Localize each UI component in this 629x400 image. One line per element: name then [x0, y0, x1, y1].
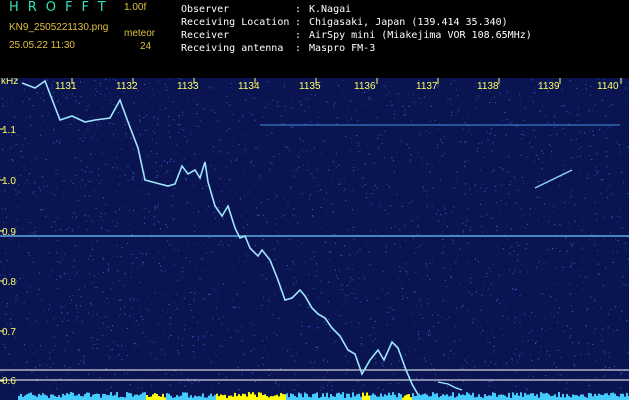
- y-tick-label: 0.7: [2, 327, 16, 338]
- spectrogram-panel[interactable]: 1131 1132 1133 1134 1135 1136 1137 1138 …: [0, 78, 629, 400]
- info-row-antenna: Receiving antenna: Maspro FM-3: [181, 43, 376, 54]
- mode-label: meteor: [124, 28, 156, 39]
- y-tick-label: 1.1: [2, 125, 16, 136]
- info-value: Maspro FM-3: [309, 43, 376, 54]
- info-row-location: Receiving Location: Chigasaki, Japan (13…: [181, 17, 508, 28]
- header-panel: HROFFT 1.00f KN9_2505221130.png 25.05.22…: [0, 0, 629, 74]
- app-title: HROFFT: [9, 0, 115, 15]
- info-key: Receiving antenna: [181, 43, 284, 54]
- x-tick-label: 1133: [177, 81, 199, 92]
- x-tick-label: 1138: [477, 81, 499, 92]
- info-key: Observer: [181, 4, 230, 15]
- info-key: Receiving Location: [181, 17, 290, 28]
- spectrogram-background: [0, 78, 629, 400]
- x-tick-label: 1140: [597, 81, 619, 92]
- info-value: Chigasaki, Japan (139.414 35.340): [309, 17, 508, 28]
- filename-label: KN9_2505221130.png: [9, 22, 109, 33]
- x-tick-label: 1134: [238, 81, 260, 92]
- info-value: AirSpy mini (Miakejima VOR 108.65MHz): [309, 30, 532, 41]
- info-row-observer: Observer: K.Nagai: [181, 4, 352, 15]
- version-label: 1.00f: [124, 2, 147, 13]
- station-info: Observer: K.Nagai Receiving Location: Ch…: [181, 3, 532, 55]
- mode-value: 24: [140, 41, 152, 52]
- x-tick-label: 1137: [416, 81, 438, 92]
- x-tick-label: 1135: [299, 81, 321, 92]
- x-tick-label: 1139: [538, 81, 560, 92]
- y-tick-label: 0.6: [2, 376, 16, 387]
- x-tick-label: 1132: [116, 81, 138, 92]
- x-tick-label: 1131: [55, 81, 77, 92]
- info-key: Receiver: [181, 30, 230, 41]
- spectrogram-canvas[interactable]: 1131 1132 1133 1134 1135 1136 1137 1138 …: [0, 78, 629, 400]
- info-value: K.Nagai: [309, 4, 352, 15]
- y-axis-unit: kHz: [1, 78, 18, 87]
- timestamp-label: 25.05.22 11:30: [9, 40, 75, 51]
- y-tick-label: 1.0: [2, 176, 16, 187]
- y-tick-label: 0.8: [2, 277, 16, 288]
- y-tick-label: 0.9: [2, 227, 16, 238]
- x-tick-label: 1136: [354, 81, 376, 92]
- info-row-receiver: Receiver: AirSpy mini (Miakejima VOR 108…: [181, 30, 532, 41]
